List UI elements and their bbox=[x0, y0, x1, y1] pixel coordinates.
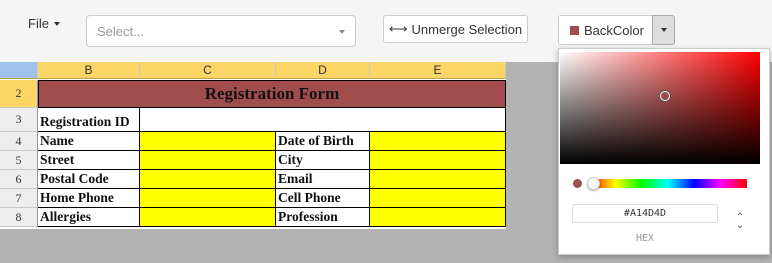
hue-slider-handle[interactable] bbox=[587, 177, 600, 190]
column-header-e[interactable]: E bbox=[370, 62, 506, 79]
row-header-3[interactable]: 3 bbox=[0, 108, 38, 132]
saturation-value-area[interactable] bbox=[560, 52, 760, 164]
profession-input-cell[interactable] bbox=[370, 208, 506, 227]
allergies-label[interactable]: Allergies bbox=[38, 208, 140, 227]
profession-label[interactable]: Profession bbox=[276, 208, 370, 227]
street-label[interactable]: Street bbox=[38, 151, 140, 170]
name-input-cell[interactable] bbox=[140, 132, 276, 151]
file-menu[interactable]: File bbox=[28, 16, 60, 31]
caret-down-icon bbox=[660, 28, 667, 32]
color-mode-label: HEX bbox=[635, 233, 655, 244]
city-label[interactable]: City bbox=[276, 151, 370, 170]
color-picker-popup: #A14D4D HEX ⌃ ⌄ bbox=[558, 48, 770, 255]
hex-input[interactable]: #A14D4D bbox=[572, 204, 718, 223]
email-label[interactable]: Email bbox=[276, 170, 370, 189]
backcolor-label: BackColor bbox=[584, 22, 644, 38]
file-menu-label: File bbox=[28, 16, 49, 31]
name-label[interactable]: Name bbox=[38, 132, 140, 151]
caret-down-icon bbox=[339, 30, 345, 34]
column-header-d[interactable]: D bbox=[276, 62, 370, 79]
registration-id-value[interactable] bbox=[140, 108, 506, 132]
unmerge-selection-button[interactable]: ⟷ Unmerge Selection bbox=[383, 15, 528, 43]
home-phone-label[interactable]: Home Phone bbox=[38, 189, 140, 208]
backcolor-button[interactable]: BackColor bbox=[558, 15, 653, 45]
row-header-5[interactable]: 5 bbox=[0, 151, 38, 170]
postal-code-input-cell[interactable] bbox=[140, 170, 276, 189]
row-header-6[interactable]: 6 bbox=[0, 170, 38, 189]
street-input-cell[interactable] bbox=[140, 151, 276, 170]
row-header-4[interactable]: 4 bbox=[0, 132, 38, 151]
column-header-b[interactable]: B bbox=[38, 62, 140, 79]
color-swatch-icon bbox=[570, 25, 579, 35]
backcolor-dropdown-toggle[interactable] bbox=[652, 15, 675, 45]
cell-phone-label[interactable]: Cell Phone bbox=[276, 189, 370, 208]
unmerge-label: Unmerge Selection bbox=[411, 21, 523, 37]
saturation-value-handle[interactable] bbox=[660, 91, 670, 101]
registration-id-label[interactable]: Registration ID bbox=[38, 108, 140, 132]
postal-code-label[interactable]: Postal Code bbox=[38, 170, 140, 189]
current-color-preview bbox=[573, 179, 582, 188]
allergies-input-cell[interactable] bbox=[140, 208, 276, 227]
city-input-cell[interactable] bbox=[370, 151, 506, 170]
color-mode-toggle[interactable]: ⌃ ⌄ bbox=[734, 213, 746, 231]
select-dropdown[interactable]: Select... bbox=[86, 15, 356, 47]
horizontal-arrows-icon: ⟷ bbox=[388, 21, 408, 36]
spreadsheet[interactable]: B C D E 2 3 4 5 6 7 8 Registration Form … bbox=[0, 62, 506, 229]
cell-phone-input-cell[interactable] bbox=[370, 189, 506, 208]
select-placeholder: Select... bbox=[97, 24, 144, 39]
row-header-2[interactable]: 2 bbox=[0, 80, 38, 108]
email-input-cell[interactable] bbox=[370, 170, 506, 189]
select-all-corner[interactable] bbox=[0, 62, 38, 79]
chevron-down-icon: ⌄ bbox=[735, 220, 745, 231]
title-cell[interactable]: Registration Form bbox=[38, 80, 506, 108]
home-phone-input-cell[interactable] bbox=[140, 189, 276, 208]
date-of-birth-label[interactable]: Date of Birth bbox=[276, 132, 370, 151]
hue-slider[interactable] bbox=[589, 179, 747, 188]
column-header-c[interactable]: C bbox=[140, 62, 276, 79]
row-header-7[interactable]: 7 bbox=[0, 189, 38, 208]
date-of-birth-input-cell[interactable] bbox=[370, 132, 506, 151]
row-header-8[interactable]: 8 bbox=[0, 208, 38, 227]
caret-down-icon bbox=[53, 21, 60, 26]
